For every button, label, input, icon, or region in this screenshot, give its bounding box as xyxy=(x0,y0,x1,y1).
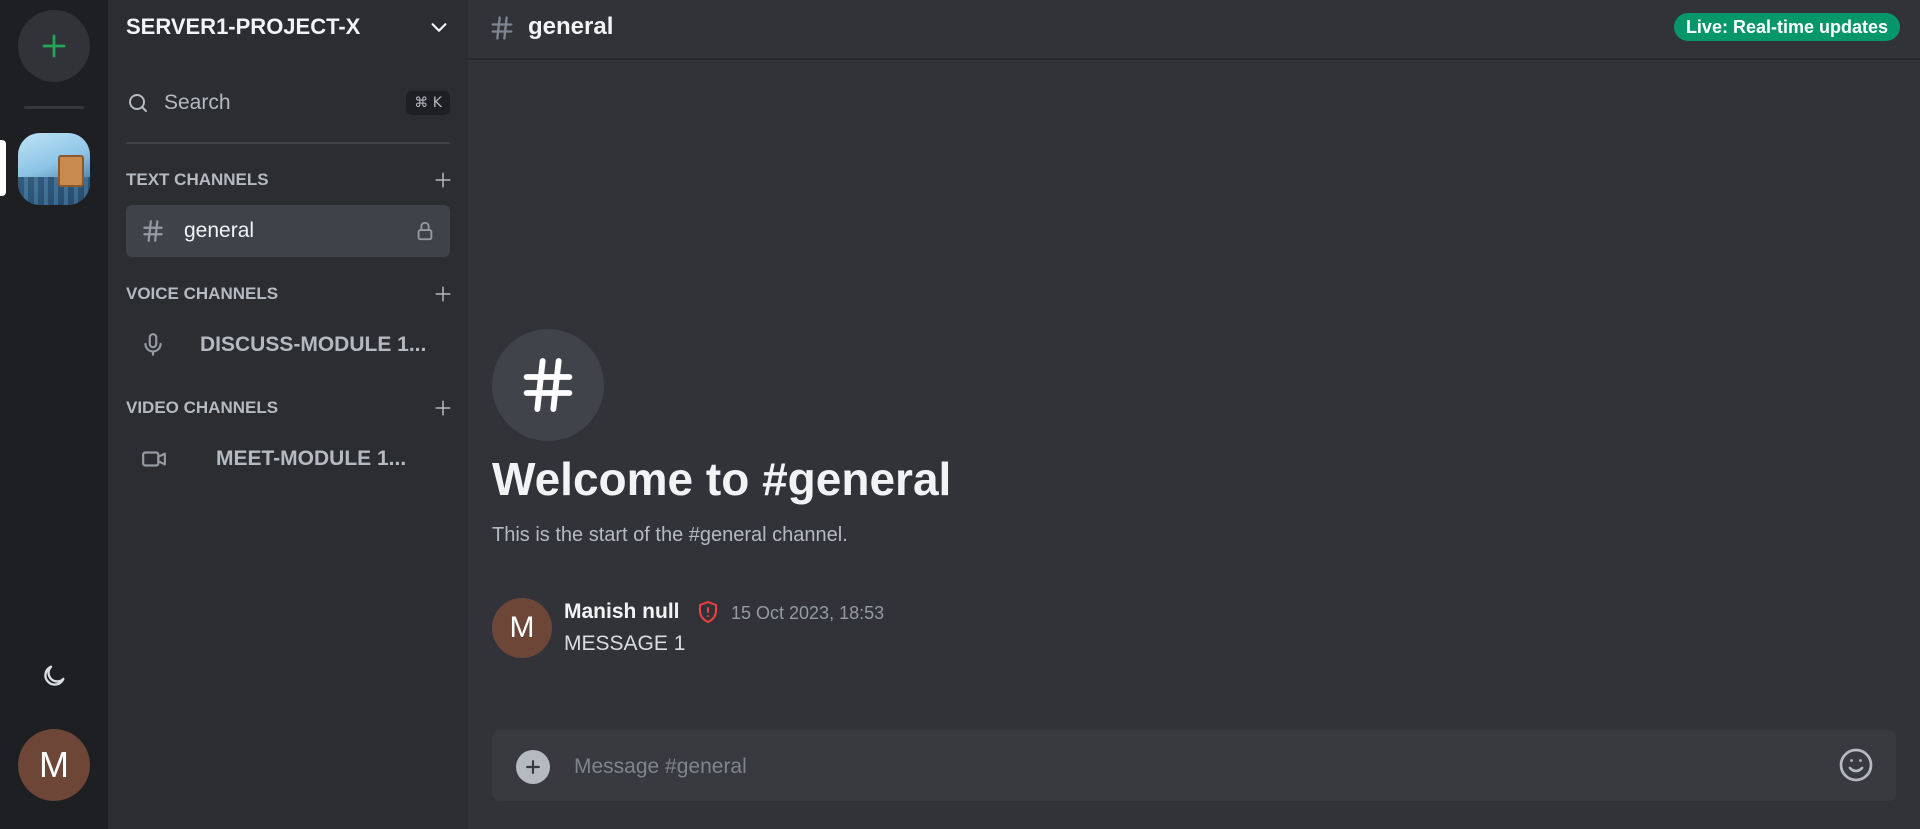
chevron-down-icon xyxy=(431,23,447,32)
server-image-box xyxy=(58,155,84,187)
shield-alert-icon xyxy=(699,601,717,623)
channel-sidebar: SERVER1-PROJECT-X Search ⌘ K TEXT CHANNE… xyxy=(108,0,468,829)
message-text: MESSAGE 1 xyxy=(564,632,686,655)
category-label: VIDEO CHANNELS xyxy=(126,398,279,417)
channel-name: MEET-MODULE 1... xyxy=(216,447,407,470)
search-shortcut: ⌘ K xyxy=(406,91,450,115)
video-icon xyxy=(142,451,166,467)
channel-title: general xyxy=(528,13,614,40)
emoji-icon[interactable] xyxy=(1838,747,1874,783)
add-channel-icon[interactable] xyxy=(434,171,452,189)
channel-meet-module[interactable]: MEET-MODULE 1... xyxy=(126,433,450,485)
welcome-subtitle: This is the start of the #general channe… xyxy=(492,524,848,546)
channel-discuss-module[interactable]: DISCUSS-MODULE 1... xyxy=(126,319,450,371)
active-server-indicator xyxy=(0,140,6,196)
hash-icon xyxy=(491,16,513,40)
search-label: Search xyxy=(164,91,231,114)
mic-icon xyxy=(144,333,162,356)
server-name: SERVER1-PROJECT-X xyxy=(126,14,361,39)
lock-icon xyxy=(417,221,433,241)
message-input[interactable] xyxy=(572,744,1796,790)
add-channel-icon[interactable] xyxy=(434,399,452,417)
add-channel-icon[interactable] xyxy=(434,285,452,303)
welcome-hash-icon xyxy=(492,329,604,441)
server-header[interactable]: SERVER1-PROJECT-X xyxy=(108,0,468,54)
rail-divider xyxy=(24,106,84,109)
channel-name: general xyxy=(184,219,255,242)
server-icon[interactable] xyxy=(18,133,90,205)
welcome-title: Welcome to #general xyxy=(492,453,952,505)
moon-icon xyxy=(44,665,65,686)
search-icon xyxy=(129,94,147,112)
server-rail: M xyxy=(0,0,108,829)
message-avatar[interactable]: M xyxy=(492,598,552,658)
plus-icon xyxy=(42,34,66,58)
message-composer xyxy=(492,730,1896,801)
category-voice-channels: VOICE CHANNELS xyxy=(126,282,452,306)
channel-name: DISCUSS-MODULE 1... xyxy=(200,333,427,356)
category-text-channels: TEXT CHANNELS xyxy=(126,168,452,192)
user-avatar[interactable]: M xyxy=(18,729,90,801)
plus-icon xyxy=(526,760,540,774)
add-server-button[interactable] xyxy=(18,10,90,82)
category-label: VOICE CHANNELS xyxy=(126,284,279,303)
attach-button[interactable] xyxy=(516,750,550,784)
message-timestamp: 15 Oct 2023, 18:53 xyxy=(731,603,885,623)
divider xyxy=(126,142,450,144)
hash-icon xyxy=(143,220,163,242)
category-video-channels: VIDEO CHANNELS xyxy=(126,396,452,420)
live-status-badge: Live: Real-time updates xyxy=(1673,13,1900,41)
search-button[interactable]: Search ⌘ K xyxy=(126,82,450,124)
channel-general[interactable]: general xyxy=(126,205,450,257)
theme-toggle-button[interactable] xyxy=(40,662,68,690)
category-label: TEXT CHANNELS xyxy=(126,170,269,189)
message-author[interactable]: Manish null xyxy=(564,600,680,624)
channel-header: general Live: Real-time updates xyxy=(468,0,1920,60)
hash-icon xyxy=(523,358,573,412)
